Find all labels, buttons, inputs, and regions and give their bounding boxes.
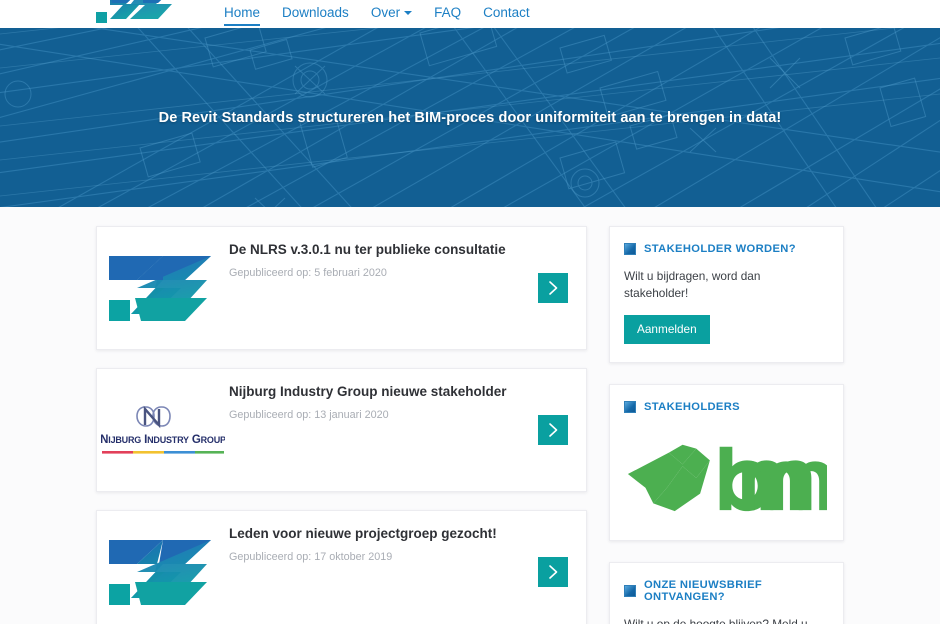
news-card[interactable]: Leden voor nieuwe projectgroep gezocht! … [96, 510, 587, 624]
news-read-more-button[interactable] [538, 415, 568, 445]
news-thumbnail [97, 511, 229, 624]
news-body: De NLRS v.3.0.1 nu ter publieke consulta… [229, 227, 586, 349]
news-date: Gepubliceerd op: 13 januari 2020 [229, 409, 389, 422]
widget-header: ONZE NIEUWSBRIEF ONTVANGEN? [624, 579, 827, 603]
widget-stakeholders: STAKEHOLDERS [609, 384, 844, 542]
nijburg-industry-group-logo-icon: NIJBURG INDUSTRY GROUP [101, 405, 225, 454]
nlrs-logo-icon [108, 256, 211, 321]
stakeholder-logo[interactable] [624, 426, 827, 522]
bam-logo-icon [627, 444, 827, 512]
news-title: Leden voor nieuwe projectgroep gezocht! [229, 526, 497, 541]
page-content: De NLRS v.3.0.1 nu ter publieke consulta… [0, 207, 940, 624]
news-body: Leden voor nieuwe projectgroep gezocht! … [229, 511, 586, 624]
nav-item-label: Contact [483, 4, 530, 20]
nav-item-over[interactable]: Over [370, 4, 434, 29]
news-card[interactable]: De NLRS v.3.0.1 nu ter publieke consulta… [96, 226, 587, 350]
widget-text: Wilt u op de hoogte blijven? Meld u aan … [624, 616, 827, 624]
nav-item-downloads[interactable]: Downloads [282, 4, 371, 29]
chevron-down-icon [404, 10, 413, 15]
chevron-right-icon [548, 423, 557, 437]
chevron-right-icon [548, 281, 557, 295]
nlrs-logo-icon [108, 540, 211, 605]
nav-item-label: FAQ [434, 4, 462, 20]
widget-header: STAKEHOLDERS [624, 401, 827, 414]
news-date: Gepubliceerd op: 5 februari 2020 [229, 267, 387, 280]
news-thumbnail: NIJBURG INDUSTRY GROUP [97, 369, 229, 491]
news-read-more-button[interactable] [538, 273, 568, 303]
nav-item-label: Downloads [282, 4, 349, 20]
news-read-more-button[interactable] [538, 557, 568, 587]
nav-item-home[interactable]: Home [224, 4, 282, 29]
news-list: De NLRS v.3.0.1 nu ter publieke consulta… [96, 226, 587, 624]
blue-square-bullet-icon [624, 585, 636, 598]
widget-stakeholder-worden: STAKEHOLDER WORDEN? Wilt u bijdragen, wo… [609, 226, 844, 364]
news-body: Nijburg Industry Group nieuwe stakeholde… [229, 369, 586, 491]
widget-title: STAKEHOLDERS [644, 401, 740, 414]
sidebar: STAKEHOLDER WORDEN? Wilt u bijdragen, wo… [609, 226, 844, 624]
widget-text: Wilt u bijdragen, word dan stakeholder! [624, 269, 761, 301]
main-navigation[interactable]: Home Downloads Over FAQ Contact [224, 0, 552, 28]
nav-item-label: Home [224, 4, 261, 20]
news-title: Nijburg Industry Group nieuwe stakeholde… [229, 384, 507, 399]
nav-item-label: Over [370, 4, 401, 20]
widget-nieuwsbrief: ONZE NIEUWSBRIEF ONTVANGEN? Wilt u op de… [609, 562, 844, 624]
news-title: De NLRS v.3.0.1 nu ter publieke consulta… [229, 242, 506, 257]
hero-banner: De Revit Standards structureren het BIM-… [0, 28, 940, 207]
aanmelden-button[interactable]: Aanmelden [624, 315, 710, 345]
site-header: Home Downloads Over FAQ Contact [0, 0, 940, 28]
site-logo[interactable] [96, 0, 182, 28]
news-card[interactable]: NIJBURG INDUSTRY GROUP Nijburg Industry … [96, 368, 587, 492]
widget-header: STAKEHOLDER WORDEN? [624, 243, 827, 255]
nav-item-faq[interactable]: FAQ [434, 4, 483, 29]
svg-text:NIJBURG INDUSTRY GROUP: NIJBURG INDUSTRY GROUP [101, 434, 225, 446]
blue-square-bullet-icon [624, 243, 636, 255]
chevron-right-icon [548, 565, 557, 579]
hero-title: De Revit Standards structureren het BIM-… [158, 109, 782, 126]
widget-title: ONZE NIEUWSBRIEF ONTVANGEN? [644, 579, 763, 604]
widget-title: STAKEHOLDER WORDEN? [644, 243, 796, 255]
nav-item-contact[interactable]: Contact [483, 4, 552, 29]
nlrs-logo-icon [96, 0, 172, 23]
news-date: Gepubliceerd op: 17 oktober 2019 [229, 551, 393, 564]
news-thumbnail [97, 227, 229, 349]
blue-square-bullet-icon [624, 401, 636, 414]
